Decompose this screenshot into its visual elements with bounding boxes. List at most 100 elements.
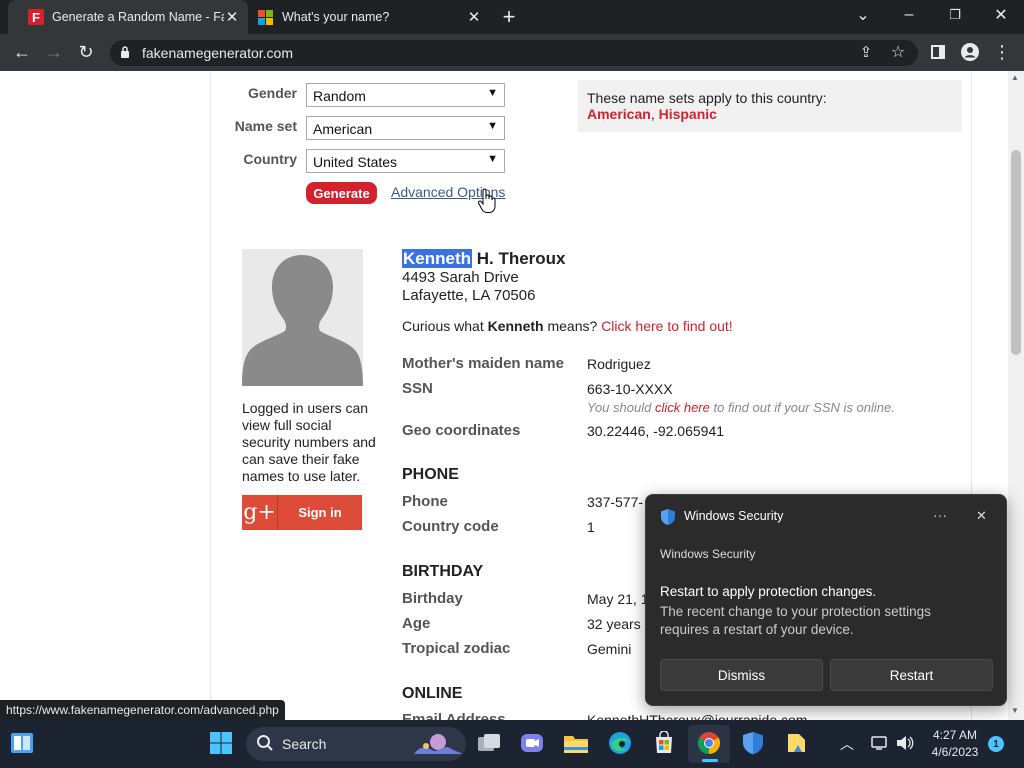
google-plus-signin-button[interactable]: g+ Sign in — [242, 495, 362, 530]
toast-body: The recent change to your protection set… — [660, 604, 931, 637]
restart-button[interactable]: Restart — [830, 659, 993, 691]
tab-search-chevron-icon[interactable]: ⌄ — [840, 0, 886, 30]
volume-icon[interactable] — [896, 735, 914, 754]
email-label: Email Address — [402, 711, 506, 720]
close-icon[interactable]: ✕ — [976, 508, 987, 524]
show-hidden-icons-chevron[interactable]: ︿ — [840, 734, 854, 754]
name-meaning-line: Curious what Kenneth means? Click here t… — [402, 318, 733, 334]
toast-app-name: Windows Security — [684, 509, 784, 523]
gender-label: Gender — [247, 85, 297, 101]
maiden-name-label: Mother's maiden name — [402, 355, 564, 372]
chevron-down-icon: ▼ — [487, 120, 498, 132]
clock-time[interactable]: 4:27 AM — [931, 728, 979, 742]
age-value: 32 years — [587, 616, 641, 632]
name-meaning-link[interactable]: Click here to find out! — [601, 318, 733, 334]
country-select[interactable]: United States ▼ — [306, 149, 505, 173]
ssn-value: 663-10-XXXX — [587, 381, 673, 397]
clock-date[interactable]: 4/6/2023 — [925, 745, 985, 759]
address-line-2: Lafayette, LA 70506 — [402, 287, 536, 304]
forward-arrow-icon[interactable]: → — [41, 39, 67, 65]
tab-generate-random-name[interactable]: F Generate a Random Name - Fake ✕ — [8, 0, 248, 34]
notification-count-badge[interactable]: 1 — [988, 736, 1004, 752]
nameset-value: American — [313, 121, 373, 137]
teams-chat-icon[interactable] — [519, 730, 545, 756]
minimize-button[interactable]: – — [886, 0, 932, 30]
email-value: KennethHTheroux@jourrapide.com — [587, 712, 808, 720]
nameset-link-american[interactable]: American — [587, 106, 651, 122]
microsoft-store-icon[interactable] — [651, 730, 677, 756]
scroll-up-arrow-icon[interactable]: ▲ — [1011, 73, 1019, 82]
nameset-link-hispanic[interactable]: Hispanic — [659, 106, 717, 122]
info-text: These name sets apply to this country: — [587, 90, 827, 106]
hand-cursor-icon — [477, 188, 497, 217]
bookmark-star-icon[interactable]: ☆ — [885, 39, 911, 65]
separator: , — [650, 106, 655, 122]
link-status-bar: https://www.fakenamegenerator.com/advanc… — [0, 700, 285, 720]
search-label: Search — [282, 736, 327, 752]
close-tab-icon[interactable]: ✕ — [466, 8, 482, 26]
network-icon[interactable] — [871, 735, 889, 754]
selected-first-name[interactable]: Kenneth — [402, 249, 472, 268]
menu-kebab-icon[interactable]: ⋮ — [989, 39, 1015, 65]
more-options-icon[interactable]: ··· — [933, 507, 947, 523]
curious-prefix: Curious what — [402, 318, 488, 334]
close-tab-icon[interactable]: ✕ — [224, 8, 240, 26]
microsoft-favicon-icon — [258, 10, 273, 25]
google-plus-icon: g+ — [242, 495, 278, 530]
ssn-note-suffix: to find out if your SSN is online. — [709, 400, 895, 415]
scrollbar-thumb[interactable] — [1011, 150, 1021, 355]
signin-label: Sign in — [298, 505, 342, 520]
ssn-note: You should click here to find out if you… — [587, 400, 895, 415]
toast-heading: Restart to apply protection changes. — [660, 584, 877, 599]
online-section-heading: ONLINE — [402, 685, 463, 702]
country-value: United States — [313, 154, 398, 170]
nameset-select[interactable]: American ▼ — [306, 116, 505, 140]
curious-name: Kenneth — [487, 318, 544, 334]
geo-coordinates-link[interactable]: 30.22446, -92.065941 — [587, 423, 724, 439]
windows-security-shield-icon — [660, 508, 676, 529]
close-window-button[interactable]: ✕ — [978, 0, 1024, 30]
ssn-note-prefix: You should — [587, 400, 655, 415]
tab-title: What's your name? — [282, 10, 390, 24]
url-text[interactable]: fakenamegenerator.com — [142, 45, 293, 61]
tab-whats-your-name[interactable]: What's your name? ✕ — [240, 0, 490, 34]
gender-value: Random — [313, 88, 366, 104]
tab-title: Generate a Random Name - Fake — [52, 10, 224, 24]
task-view-icon[interactable] — [476, 730, 502, 756]
reload-icon[interactable]: ↻ — [73, 39, 99, 65]
new-tab-button[interactable]: + — [486, 2, 532, 32]
name-rest: H. Theroux — [472, 249, 566, 268]
scroll-down-arrow-icon[interactable]: ▼ — [1011, 706, 1019, 715]
lock-icon[interactable] — [120, 45, 130, 59]
birthday-value: May 21, 1 — [587, 591, 649, 607]
birthday-label: Birthday — [402, 590, 463, 607]
fakename-favicon-icon: F — [28, 9, 44, 25]
avatar — [242, 249, 363, 386]
zodiac-label: Tropical zodiac — [402, 640, 511, 657]
ssn-check-link[interactable]: click here — [655, 400, 710, 415]
restore-button[interactable]: ❐ — [932, 0, 978, 30]
dismiss-button[interactable]: Dismiss — [660, 659, 823, 691]
side-panel-icon[interactable] — [925, 39, 951, 65]
generate-button[interactable]: Generate — [306, 182, 377, 204]
file-explorer-icon[interactable] — [563, 730, 589, 756]
login-prompt-text: Logged in users can view full social sec… — [242, 400, 376, 484]
profile-icon[interactable] — [957, 39, 983, 65]
defender-shield-icon[interactable] — [740, 730, 766, 756]
country-label: Country — [243, 151, 297, 167]
age-label: Age — [402, 615, 431, 632]
back-arrow-icon[interactable]: ← — [9, 39, 35, 65]
file-manager-icon[interactable] — [784, 730, 810, 756]
geo-label: Geo coordinates — [402, 422, 521, 439]
widgets-icon[interactable] — [9, 730, 35, 756]
zodiac-value: Gemini — [587, 641, 632, 657]
edge-browser-icon[interactable] — [607, 730, 633, 756]
search-highlight-icon — [412, 732, 462, 759]
phone-label: Phone — [402, 493, 448, 510]
name-sets-info-box: These name sets apply to this country: A… — [578, 80, 962, 132]
chrome-browser-icon[interactable] — [696, 730, 722, 756]
share-icon[interactable]: ⇪ — [853, 39, 879, 65]
windows-security-notification: Windows Security ··· ✕ Windows Security … — [645, 494, 1007, 706]
start-button-icon[interactable] — [208, 730, 234, 756]
gender-select[interactable]: Random ▼ — [306, 83, 505, 107]
